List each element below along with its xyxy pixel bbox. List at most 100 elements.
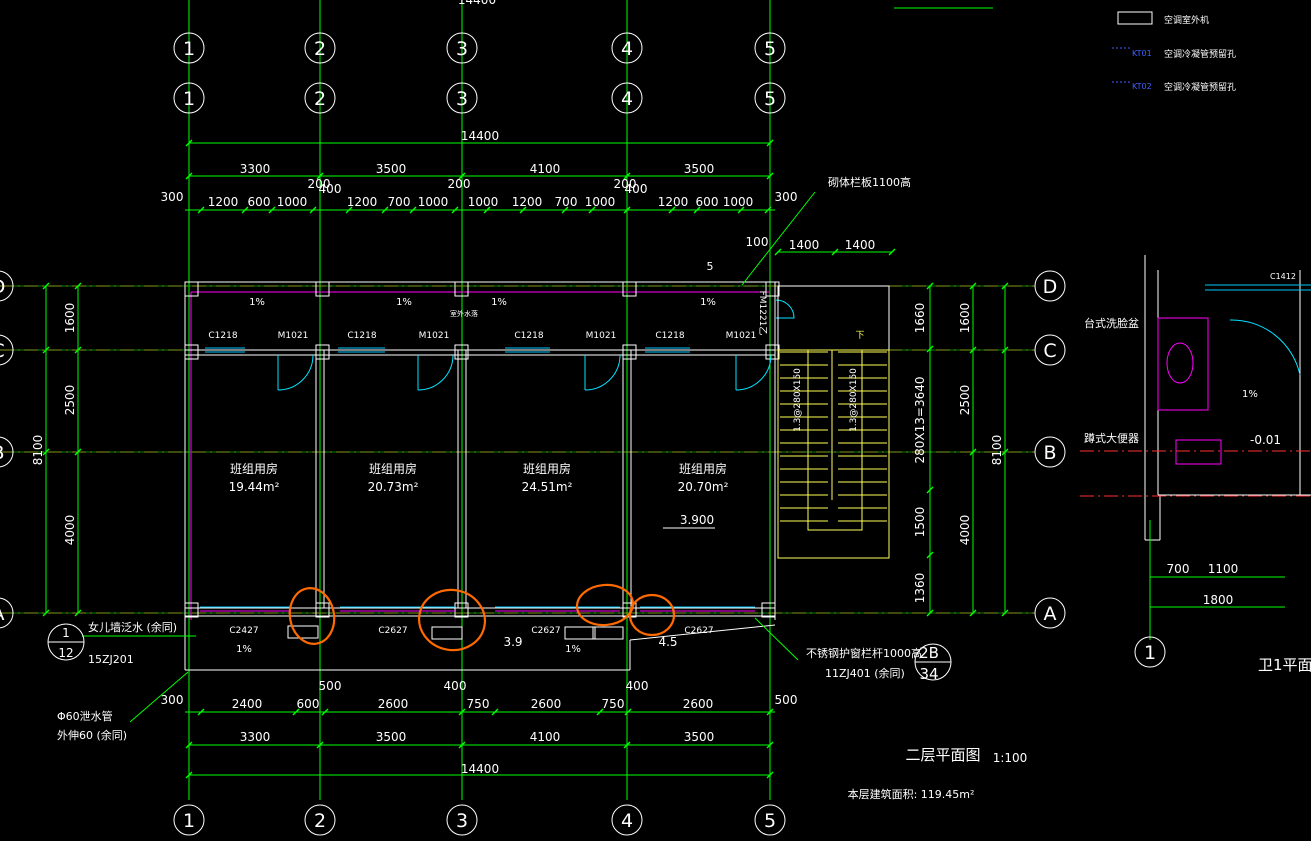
dim-right-total: 8100 bbox=[990, 435, 1004, 466]
dim-bottom-edge: 500 bbox=[775, 693, 798, 707]
slope-label: 1% bbox=[396, 297, 412, 308]
axis-bubble-bottom-4: 4 bbox=[621, 810, 633, 832]
dim-top-edge: 300 bbox=[161, 190, 184, 204]
door-swing-0 bbox=[277, 354, 314, 391]
detail-level: -0.01 bbox=[1250, 433, 1281, 447]
door-label: M1021 bbox=[726, 331, 757, 341]
dim-bottom-detail: 2600 bbox=[378, 697, 409, 711]
column-9 bbox=[765, 344, 780, 360]
drawing-title: 二层平面图 bbox=[905, 746, 980, 764]
window-bottom-label: C2627 bbox=[684, 626, 713, 636]
window-bottom-label: C2427 bbox=[229, 626, 258, 636]
axis-bubble-top1-1: 1 bbox=[183, 38, 195, 60]
walls bbox=[184, 11, 1311, 671]
dim-top-edge: 300 bbox=[775, 190, 798, 204]
note-railing: 砌体栏板1100高 bbox=[828, 175, 911, 189]
dim-left-total-text: 8100 bbox=[31, 435, 45, 466]
grid-lines bbox=[0, 0, 1035, 800]
dim-top-bay: 3300 bbox=[240, 162, 271, 176]
detail-c1412: C1412 bbox=[1270, 272, 1296, 281]
dim-bottom-mid: 500 bbox=[319, 679, 342, 693]
dim-bottom-bay: 3500 bbox=[376, 730, 407, 744]
dim-top-detail: 1200 bbox=[208, 195, 239, 209]
leader-guardrail bbox=[754, 617, 799, 661]
ac-unit-icon-2 bbox=[564, 626, 596, 640]
markup-circle-3 bbox=[628, 593, 676, 637]
column-14 bbox=[761, 602, 776, 618]
dim-bottom-detail: 750 bbox=[467, 697, 490, 711]
axis-bubble-bottom-1: 1 bbox=[183, 810, 195, 832]
stair-text-left: 1.3@280X150 bbox=[793, 368, 803, 432]
detail-door-swing bbox=[1229, 319, 1301, 376]
dim-bottom-mid: 400 bbox=[626, 679, 649, 693]
axis-bubble-left-A: A bbox=[0, 603, 5, 625]
dim-top-total: 14400 bbox=[461, 129, 499, 143]
dim-stair-w: 1400 bbox=[789, 238, 820, 252]
dim-top-detail: 1000 bbox=[418, 195, 449, 209]
dim-top-detail: 1200 bbox=[658, 195, 689, 209]
dim-top-detail: 1000 bbox=[468, 195, 499, 209]
dim-top-mid: 400 bbox=[625, 182, 648, 196]
room-name: 班组用房 bbox=[679, 461, 727, 476]
dim-top-bay: 4100 bbox=[530, 162, 561, 176]
dim-bottom-detail: 2600 bbox=[683, 697, 714, 711]
door-fm bbox=[775, 299, 795, 319]
detail-dim-700: 700 bbox=[1167, 562, 1190, 576]
dim-bottom-bay: 4100 bbox=[530, 730, 561, 744]
dim-bottom-detail: 600 bbox=[297, 697, 320, 711]
floor-plan-drawing: 111222333444555DDCCBBAA14400144003300350… bbox=[0, 0, 1311, 836]
axis-bubble-left-D: D bbox=[0, 276, 5, 298]
dim-right-seg: 280X13=3640 bbox=[913, 377, 927, 464]
dim-bottom-edge: 300 bbox=[161, 693, 184, 707]
detail-slope: 1% bbox=[1242, 389, 1258, 400]
dim-bottom-mid: 400 bbox=[444, 679, 467, 693]
axis-bubble-top1-5: 5 bbox=[764, 38, 776, 60]
axis-bubble-top2-3: 3 bbox=[456, 88, 468, 110]
dim-top-detail: 600 bbox=[696, 195, 719, 209]
detail-title: 卫1平面详 bbox=[1258, 656, 1311, 674]
column-3 bbox=[622, 281, 637, 297]
dim-right-seg: 1660 bbox=[913, 303, 927, 334]
dim-top-bay: 3500 bbox=[376, 162, 407, 176]
dim-bottom-detail: 2400 bbox=[232, 697, 263, 711]
note-guardrail: 不锈钢护窗栏杆1000高 bbox=[806, 646, 922, 660]
dim-top-detail: 600 bbox=[248, 195, 271, 209]
note-overflow: 女儿墙泛水 (余同) bbox=[88, 620, 177, 634]
room-name: 班组用房 bbox=[230, 461, 278, 476]
door-swing-1 bbox=[417, 354, 454, 391]
detail-dim-1100: 1100 bbox=[1208, 562, 1239, 576]
dim-top-bay: 3500 bbox=[684, 162, 715, 176]
level-room: 3.900 bbox=[680, 513, 714, 527]
dim-bottom-bay: 3500 bbox=[684, 730, 715, 744]
detail-axis-bubble: 1 bbox=[1144, 642, 1156, 664]
squat-toilet-icon bbox=[1175, 439, 1222, 465]
room-name: 班组用房 bbox=[369, 461, 417, 476]
axis-bubble-bottom-5: 5 bbox=[764, 810, 776, 832]
axis-bubble-top1-4: 4 bbox=[621, 38, 633, 60]
axis-bubble-right-B: B bbox=[1043, 442, 1056, 464]
dim-top-detail: 1200 bbox=[347, 195, 378, 209]
door-swing-2 bbox=[584, 354, 621, 391]
callout-2-top: 2B bbox=[919, 644, 939, 662]
axis-bubble-top1-3: 3 bbox=[456, 38, 468, 60]
dim-right-seg: 1360 bbox=[913, 573, 927, 604]
slope-label: 1% bbox=[491, 297, 507, 308]
mark-5: 5 bbox=[707, 260, 714, 273]
note-pipe1: Φ60泄水管 bbox=[57, 709, 113, 723]
dim-top-mid: 200 bbox=[448, 177, 471, 191]
sink-basin-icon bbox=[1166, 342, 1194, 384]
axis-bubble-right-D: D bbox=[1043, 276, 1058, 298]
dim-right-seg2: 4000 bbox=[958, 515, 972, 546]
room-name: 班组用房 bbox=[523, 461, 571, 476]
axis-bubble-top2-5: 5 bbox=[764, 88, 776, 110]
window-top-label: C1218 bbox=[208, 331, 237, 341]
dim-left-seg: 1600 bbox=[63, 303, 77, 334]
dim-bottom-detail: 750 bbox=[602, 697, 625, 711]
window-top-label: C1218 bbox=[655, 331, 684, 341]
dim-stair-w: 1400 bbox=[845, 238, 876, 252]
dim-right-seg2: 2500 bbox=[958, 385, 972, 416]
dim-left-seg: 4000 bbox=[63, 515, 77, 546]
level-balcony-b: 4.5 bbox=[658, 635, 677, 649]
level-balcony-a: 3.9 bbox=[503, 635, 522, 649]
markup-circle-1 bbox=[417, 588, 487, 652]
